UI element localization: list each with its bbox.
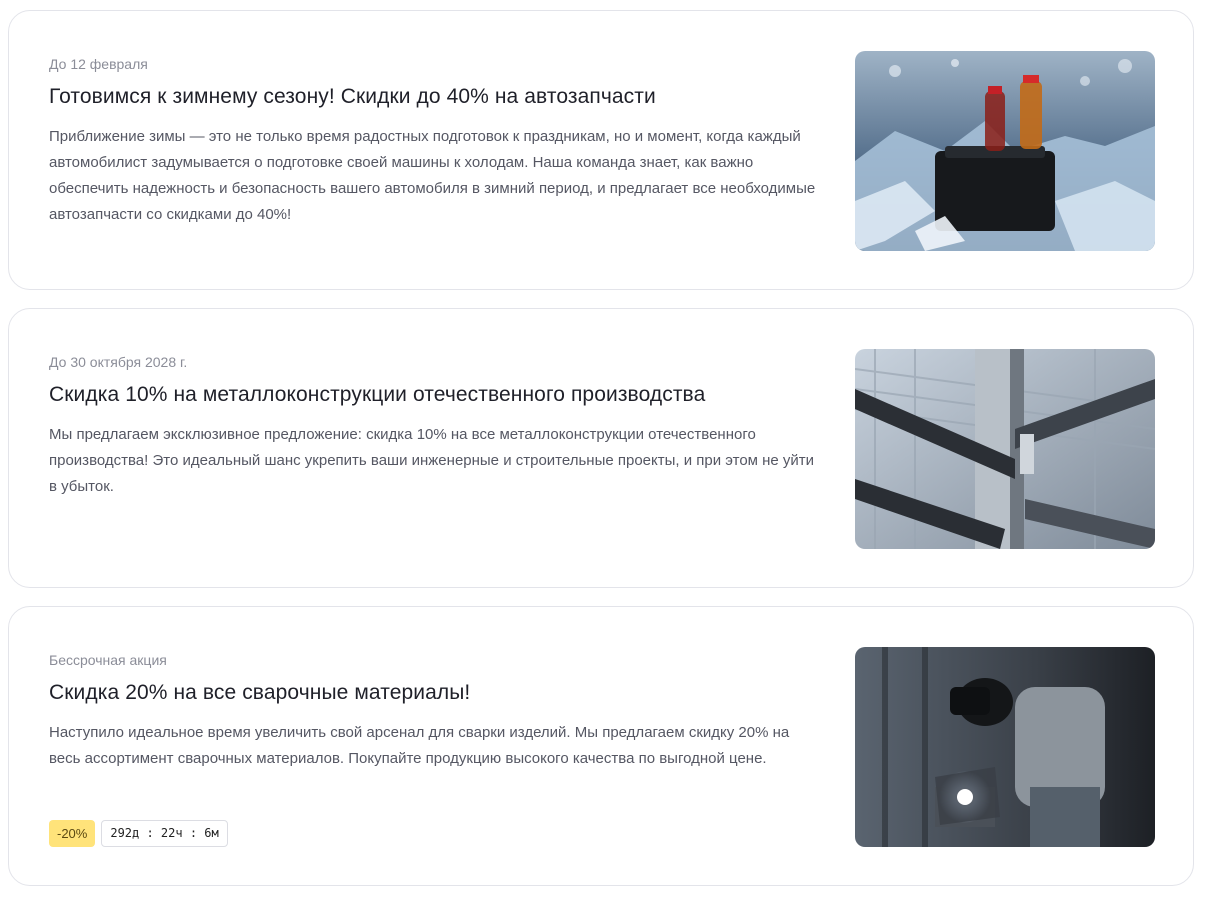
promo-card-welding[interactable]: Бессрочная акция Скидка 20% на все сваро… — [8, 606, 1194, 886]
discount-badge: -20% — [49, 820, 96, 847]
winter-autoparts-image[interactable] — [855, 51, 1155, 251]
promo-text: До 30 октября 2028 г. Скидка 10% на мета… — [49, 353, 824, 500]
promo-date: До 30 октября 2028 г. — [49, 354, 188, 370]
promo-title[interactable]: Скидка 10% на металлоконструкции отечест… — [49, 381, 824, 409]
promo-date: До 12 февраля — [49, 56, 148, 72]
promo-card-metal[interactable]: До 30 октября 2028 г. Скидка 10% на мета… — [8, 308, 1194, 588]
promo-title[interactable]: Готовимся к зимнему сезону! Скидки до 40… — [49, 83, 824, 111]
promo-text: До 12 февраля Готовимся к зимнему сезону… — [49, 55, 824, 228]
promo-title[interactable]: Скидка 20% на все сварочные материалы! — [49, 679, 824, 707]
promo-description: Мы предлагаем эксклюзивное предложение: … — [49, 426, 815, 495]
promo-card-winter[interactable]: До 12 февраля Готовимся к зимнему сезону… — [8, 10, 1194, 290]
promo-badges: -20% 292д : 22ч : 6м — [49, 820, 228, 847]
steel-structure-image[interactable] — [855, 349, 1155, 549]
promo-date: Бессрочная акция — [49, 652, 167, 668]
promo-description: Наступило идеальное время увеличить свой… — [49, 724, 790, 767]
promo-description: Приближение зимы — это не только время р… — [49, 128, 816, 223]
promo-text: Бессрочная акция Скидка 20% на все сваро… — [49, 651, 824, 772]
welder-image[interactable] — [855, 647, 1155, 847]
countdown-timer: 292д : 22ч : 6м — [101, 820, 228, 847]
